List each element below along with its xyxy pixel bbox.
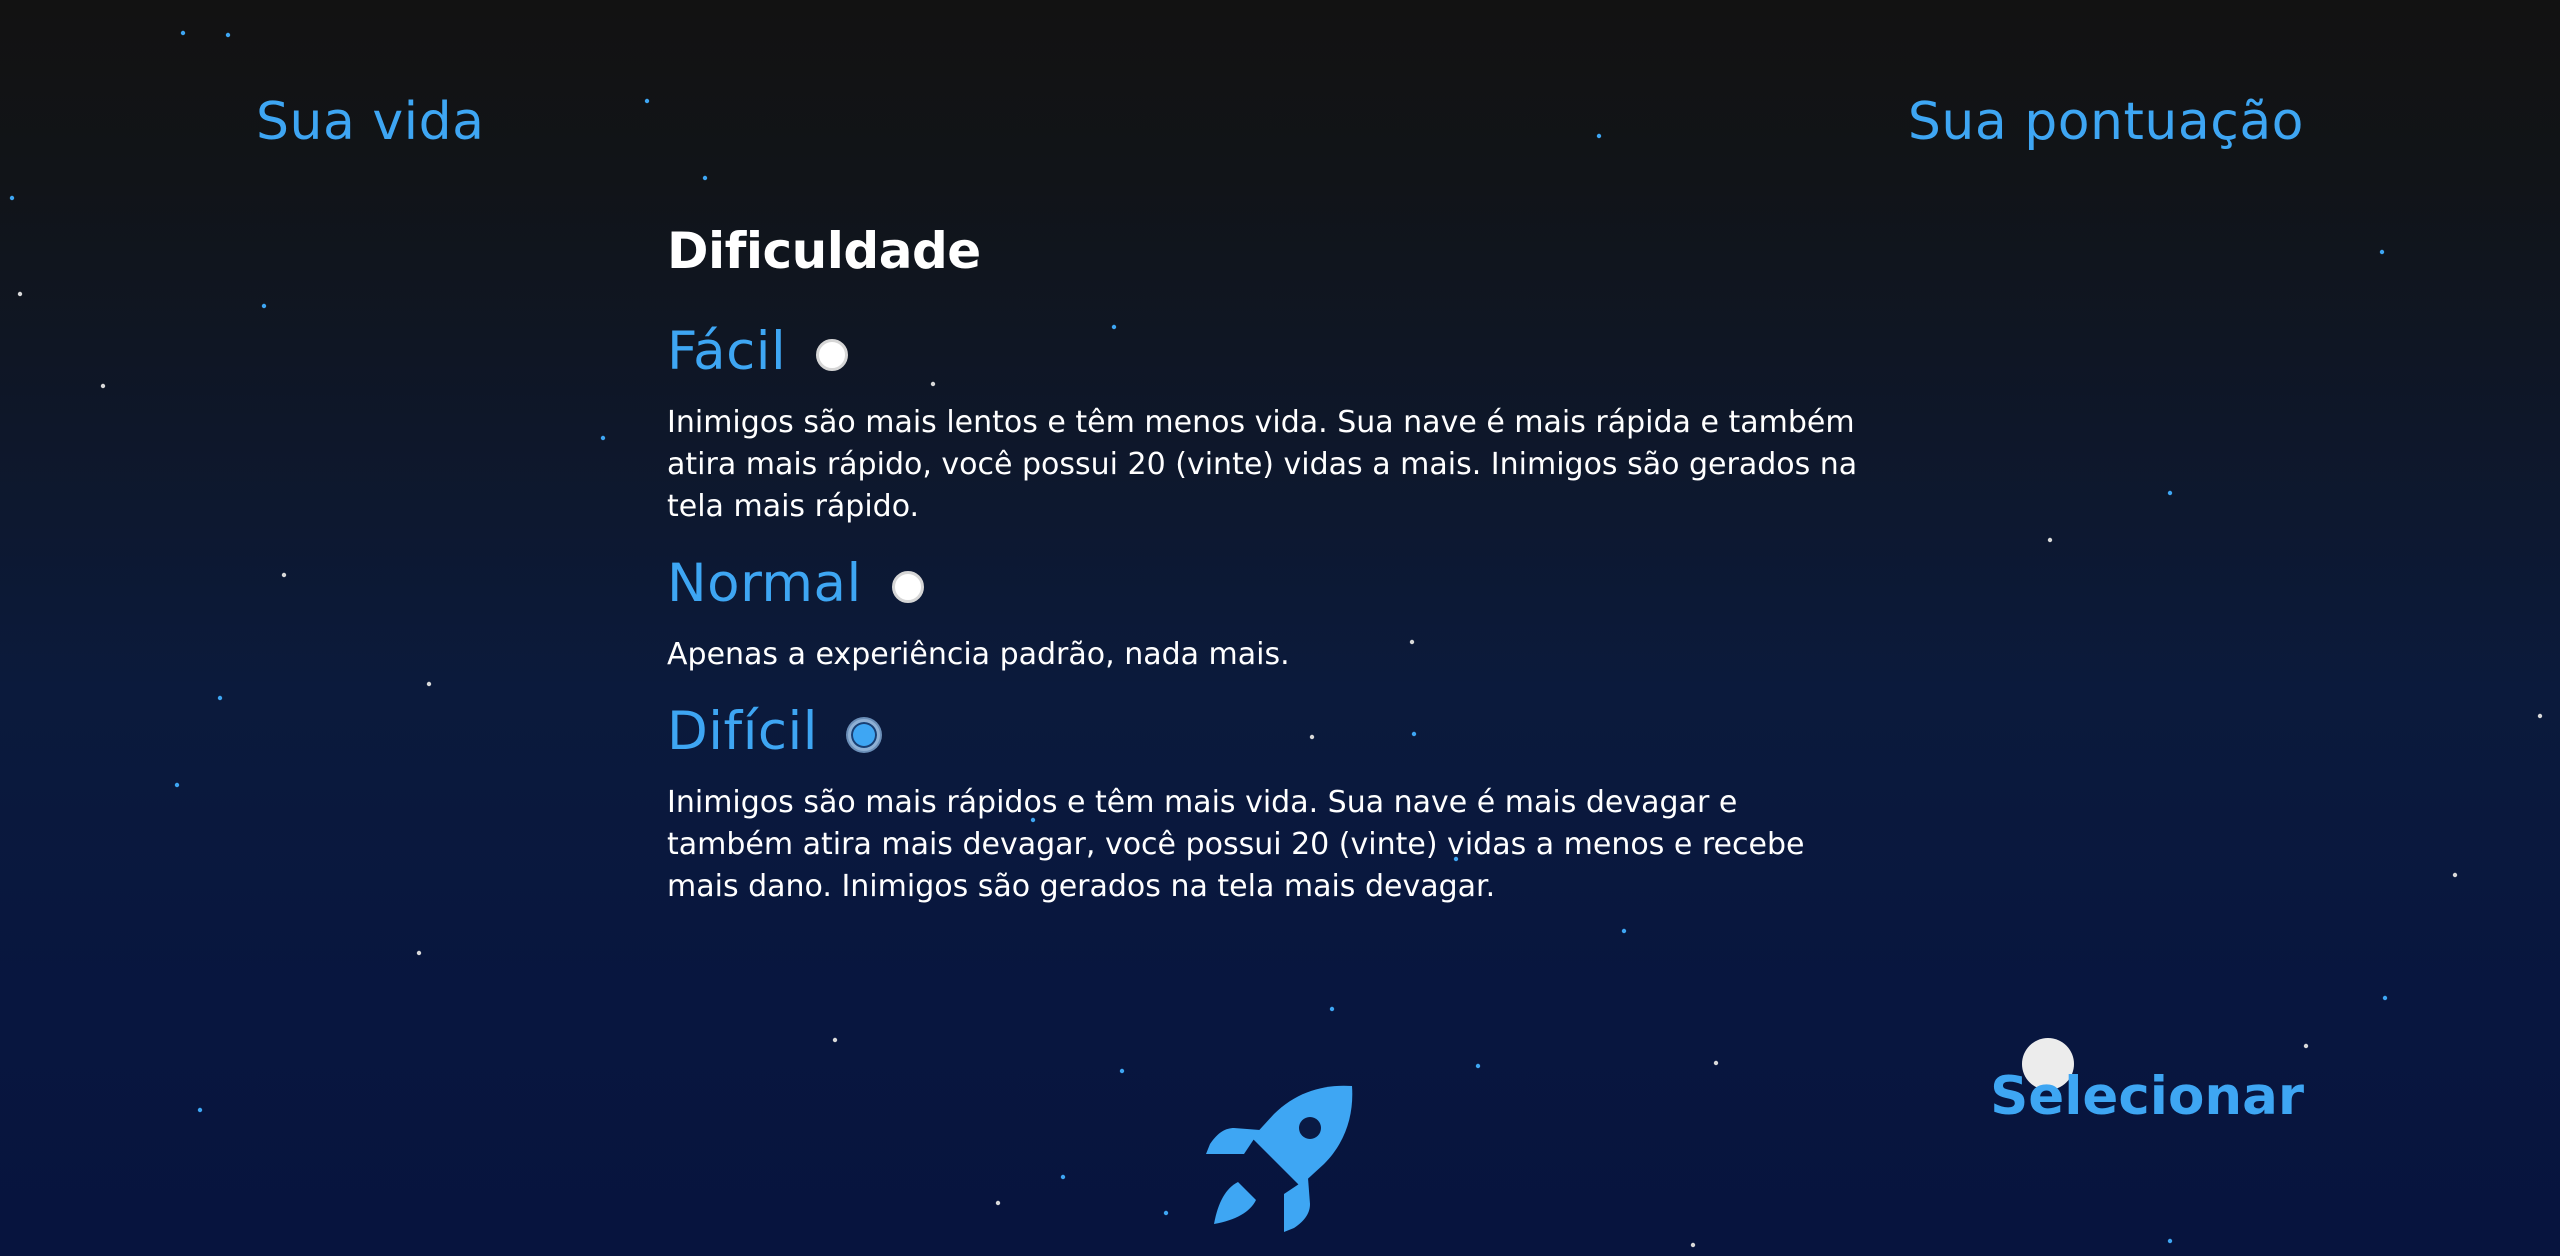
- difficulty-option-facil-label[interactable]: Fácil: [667, 321, 786, 382]
- difficulty-option-facil: Fácil Inimigos são mais lentos e têm men…: [667, 314, 1887, 528]
- star: [2303, 1043, 2309, 1049]
- life-label: Sua vida: [256, 92, 485, 152]
- difficulty-option-dificil-label[interactable]: Difícil: [667, 701, 818, 762]
- star: [180, 30, 186, 36]
- star: [217, 695, 223, 701]
- star: [9, 195, 15, 201]
- difficulty-option-normal-description: Apenas a experiência padrão, nada mais.: [667, 637, 1290, 672]
- star: [225, 32, 231, 38]
- difficulty-option-dificil-description: Inimigos são mais rápidos e têm mais vid…: [667, 785, 1805, 904]
- difficulty-panel: Dificuldade Fácil Inimigos são mais lent…: [667, 222, 1887, 926]
- star: [174, 782, 180, 788]
- star: [281, 572, 287, 578]
- difficulty-normal-radio[interactable]: [891, 571, 924, 603]
- difficulty-option-facil-head[interactable]: Fácil: [667, 314, 1887, 388]
- rocket-icon: [1206, 1085, 1353, 1232]
- star: [1119, 1068, 1125, 1074]
- star: [17, 291, 23, 297]
- select-button[interactable]: Selecionar: [1990, 1066, 2304, 1127]
- star: [1060, 1174, 1066, 1180]
- star: [2379, 249, 2385, 255]
- difficulty-dificil-radio[interactable]: [848, 719, 881, 751]
- star: [702, 175, 708, 181]
- star: [261, 303, 267, 309]
- star: [2382, 995, 2388, 1001]
- star: [2167, 1238, 2173, 1244]
- star: [197, 1107, 203, 1113]
- star: [1713, 1060, 1719, 1066]
- star: [1596, 133, 1602, 139]
- star: [600, 435, 606, 441]
- difficulty-option-dificil-head[interactable]: Difícil: [667, 694, 1887, 768]
- star: [995, 1200, 1001, 1206]
- difficulty-option-normal-label[interactable]: Normal: [667, 553, 862, 614]
- difficulty-option-facil-description: Inimigos são mais lentos e têm menos vid…: [667, 405, 1858, 524]
- star: [832, 1037, 838, 1043]
- star: [644, 98, 650, 104]
- star: [1621, 928, 1627, 934]
- star: [1475, 1063, 1481, 1069]
- difficulty-title: Dificuldade: [667, 222, 981, 280]
- star: [1690, 1242, 1696, 1248]
- difficulty-option-normal: Normal Apenas a experiência padrão, nada…: [667, 546, 1887, 676]
- star: [1329, 1006, 1335, 1012]
- difficulty-facil-radio[interactable]: [816, 339, 849, 371]
- star: [2167, 490, 2173, 496]
- star: [1163, 1210, 1169, 1216]
- star: [416, 950, 422, 956]
- star: [426, 681, 432, 687]
- difficulty-option-normal-head[interactable]: Normal: [667, 546, 1887, 620]
- star: [2537, 713, 2543, 719]
- star: [2452, 872, 2458, 878]
- difficulty-option-dificil: Difícil Inimigos são mais rápidos e têm …: [667, 694, 1887, 908]
- star: [2047, 537, 2053, 543]
- score-label: Sua pontuação: [1907, 92, 2304, 152]
- star: [100, 383, 106, 389]
